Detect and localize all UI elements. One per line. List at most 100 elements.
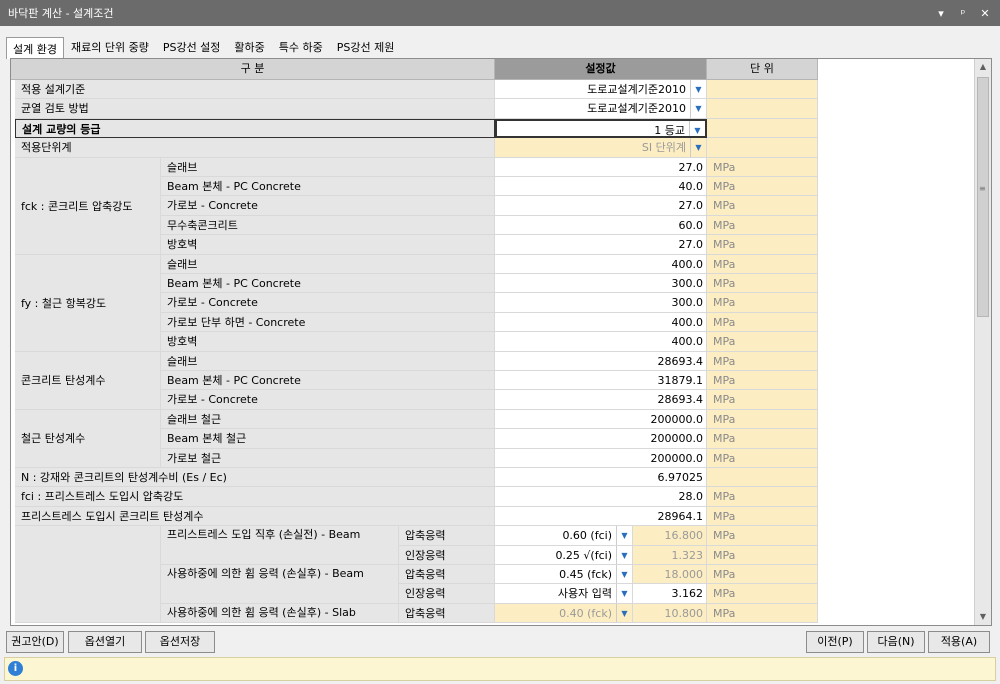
open-option-button[interactable]: 옵션열기 [68, 631, 142, 653]
property-unit: MPa [707, 409, 818, 430]
tab-design-environment[interactable]: 설계 환경 [6, 37, 64, 59]
property-unit: MPa [707, 448, 818, 468]
property-label: 가로보 - Concrete [161, 390, 495, 410]
property-label: Beam 본체 - PC Concrete [161, 274, 495, 294]
property-value[interactable]: 6.97025 [495, 468, 707, 488]
property-value[interactable]: 400.0 [495, 254, 707, 274]
setting-value-dropdown[interactable]: 도로교설계기준2010 ▼ [495, 80, 707, 100]
property-value[interactable]: 28693.4 [495, 351, 707, 371]
chevron-down-icon[interactable]: ▼ [690, 80, 706, 99]
close-icon[interactable]: ✕ [978, 7, 992, 20]
property-value[interactable]: 200000.0 [495, 409, 707, 430]
dropdown-menu-icon[interactable]: ▾ [934, 7, 948, 20]
stress-value: 18.000 [633, 565, 707, 585]
property-label: 슬래브 철근 [161, 409, 495, 430]
tab-unit-weight[interactable]: 재료의 단위 중량 [64, 35, 156, 58]
stress-coef-dropdown[interactable]: 0.60 (fci) ▼ [495, 526, 633, 546]
scroll-thumb[interactable] [977, 77, 989, 317]
property-unit: MPa [707, 371, 818, 391]
prev-button[interactable]: 이전(P) [806, 631, 864, 653]
setting-value-dropdown-text: SI 단위계 [641, 141, 686, 155]
vertical-scrollbar[interactable]: ▲ ≡ ▼ [974, 59, 991, 625]
pin-icon[interactable]: ᵖ [956, 7, 970, 20]
chevron-down-icon[interactable]: ▼ [616, 545, 632, 564]
property-label: N : 강재와 콘크리트의 탄성계수비 (Es / Ec) [15, 468, 495, 488]
setting-unit [707, 138, 818, 158]
tab-special-load[interactable]: 특수 하중 [272, 35, 330, 58]
scroll-down-icon[interactable]: ▼ [975, 609, 991, 625]
tab-ps-strand-specs[interactable]: PS강선 제원 [330, 35, 402, 58]
property-label: fci : 프리스트레스 도입시 압축강도 [15, 487, 495, 507]
scroll-up-icon[interactable]: ▲ [975, 59, 991, 75]
stress-type-label: 압축응력 [399, 565, 495, 585]
property-value[interactable]: 400.0 [495, 312, 707, 333]
stress-value[interactable]: 3.162 [633, 584, 707, 604]
setting-value-dropdown[interactable]: SI 단위계 ▼ [495, 138, 707, 158]
bottom-button-bar: 권고안(D) 옵션열기 옵션저장 이전(P) 다음(N) 적용(A) [0, 628, 1000, 656]
stress-unit: MPa [707, 584, 818, 604]
info-icon: i [8, 661, 23, 676]
property-value[interactable]: 200000.0 [495, 429, 707, 449]
stress-coef-dropdown[interactable]: 0.25 √(fci) ▼ [495, 545, 633, 565]
property-unit: MPa [707, 429, 818, 449]
property-label: 가로보 단부 하면 - Concrete [161, 312, 495, 333]
property-value[interactable]: 28.0 [495, 487, 707, 507]
property-label: Beam 본체 - PC Concrete [161, 371, 495, 391]
chevron-down-icon[interactable]: ▼ [616, 565, 632, 584]
window-titlebar: 바닥판 계산 - 설계조건 ▾ ᵖ ✕ [0, 0, 1000, 26]
column-header-unit: 단 위 [707, 59, 818, 80]
stress-coef-dropdown[interactable]: 0.40 (fck) ▼ [495, 603, 633, 624]
property-value[interactable]: 200000.0 [495, 448, 707, 468]
recommend-button[interactable]: 권고안(D) [6, 631, 64, 653]
property-label: 가로보 - Concrete [161, 293, 495, 313]
property-unit: MPa [707, 235, 818, 255]
stress-value: 10.800 [633, 603, 707, 624]
stress-unit: MPa [707, 565, 818, 585]
setting-value-dropdown[interactable]: 1 등교 ▼ [495, 118, 707, 139]
window-title: 바닥판 계산 - 설계조건 [8, 7, 114, 20]
chevron-down-icon[interactable]: ▼ [690, 138, 706, 157]
setting-label: 설계 교량의 등급 [15, 118, 495, 139]
property-unit: MPa [707, 177, 818, 197]
chevron-down-icon[interactable]: ▼ [689, 120, 705, 137]
setting-unit [707, 118, 818, 139]
next-button[interactable]: 다음(N) [867, 631, 925, 653]
property-value[interactable]: 40.0 [495, 177, 707, 197]
setting-unit [707, 80, 818, 100]
chevron-down-icon[interactable]: ▼ [616, 603, 632, 623]
property-unit: MPa [707, 312, 818, 333]
setting-value-dropdown[interactable]: 도로교설계기준2010 ▼ [495, 99, 707, 119]
stress-coef-dropdown[interactable]: 사용자 입력 ▼ [495, 584, 633, 604]
setting-value-dropdown-text: 도로교설계기준2010 [587, 83, 686, 96]
stress-unit: MPa [707, 545, 818, 565]
tab-ps-strand-settings[interactable]: PS강선 설정 [156, 35, 228, 58]
apply-button[interactable]: 적용(A) [928, 631, 990, 653]
tab-live-load[interactable]: 활하중 [227, 35, 271, 58]
chevron-down-icon[interactable]: ▼ [616, 584, 632, 603]
property-value[interactable]: 28693.4 [495, 390, 707, 410]
save-option-button[interactable]: 옵션저장 [145, 631, 215, 653]
setting-label: 적용단위계 [15, 138, 495, 158]
property-label: 무수축콘크리트 [161, 215, 495, 236]
property-value[interactable]: 27.0 [495, 196, 707, 216]
property-value[interactable]: 60.0 [495, 215, 707, 236]
stress-coef-dropdown[interactable]: 0.45 (fck) ▼ [495, 565, 633, 585]
property-unit: MPa [707, 215, 818, 236]
property-label: 프리스트레스 도입시 콘크리트 탄성계수 [15, 506, 495, 527]
property-value[interactable]: 31879.1 [495, 371, 707, 391]
group-label: fck : 콘크리트 압축강도 [15, 157, 161, 255]
property-value[interactable]: 27.0 [495, 157, 707, 177]
property-value[interactable]: 300.0 [495, 293, 707, 313]
property-value[interactable]: 27.0 [495, 235, 707, 255]
property-value[interactable]: 300.0 [495, 274, 707, 294]
chevron-down-icon[interactable]: ▼ [690, 99, 706, 118]
property-value[interactable]: 400.0 [495, 332, 707, 352]
property-label: 방호벽 [161, 332, 495, 352]
property-label: 가로보 철근 [161, 448, 495, 468]
stress-type-label: 인장응력 [399, 584, 495, 604]
stress-coef-dropdown-text: 0.60 (fci) [562, 529, 612, 543]
setting-unit [707, 99, 818, 119]
chevron-down-icon[interactable]: ▼ [616, 526, 632, 545]
property-value[interactable]: 28964.1 [495, 506, 707, 527]
property-unit: MPa [707, 487, 818, 507]
